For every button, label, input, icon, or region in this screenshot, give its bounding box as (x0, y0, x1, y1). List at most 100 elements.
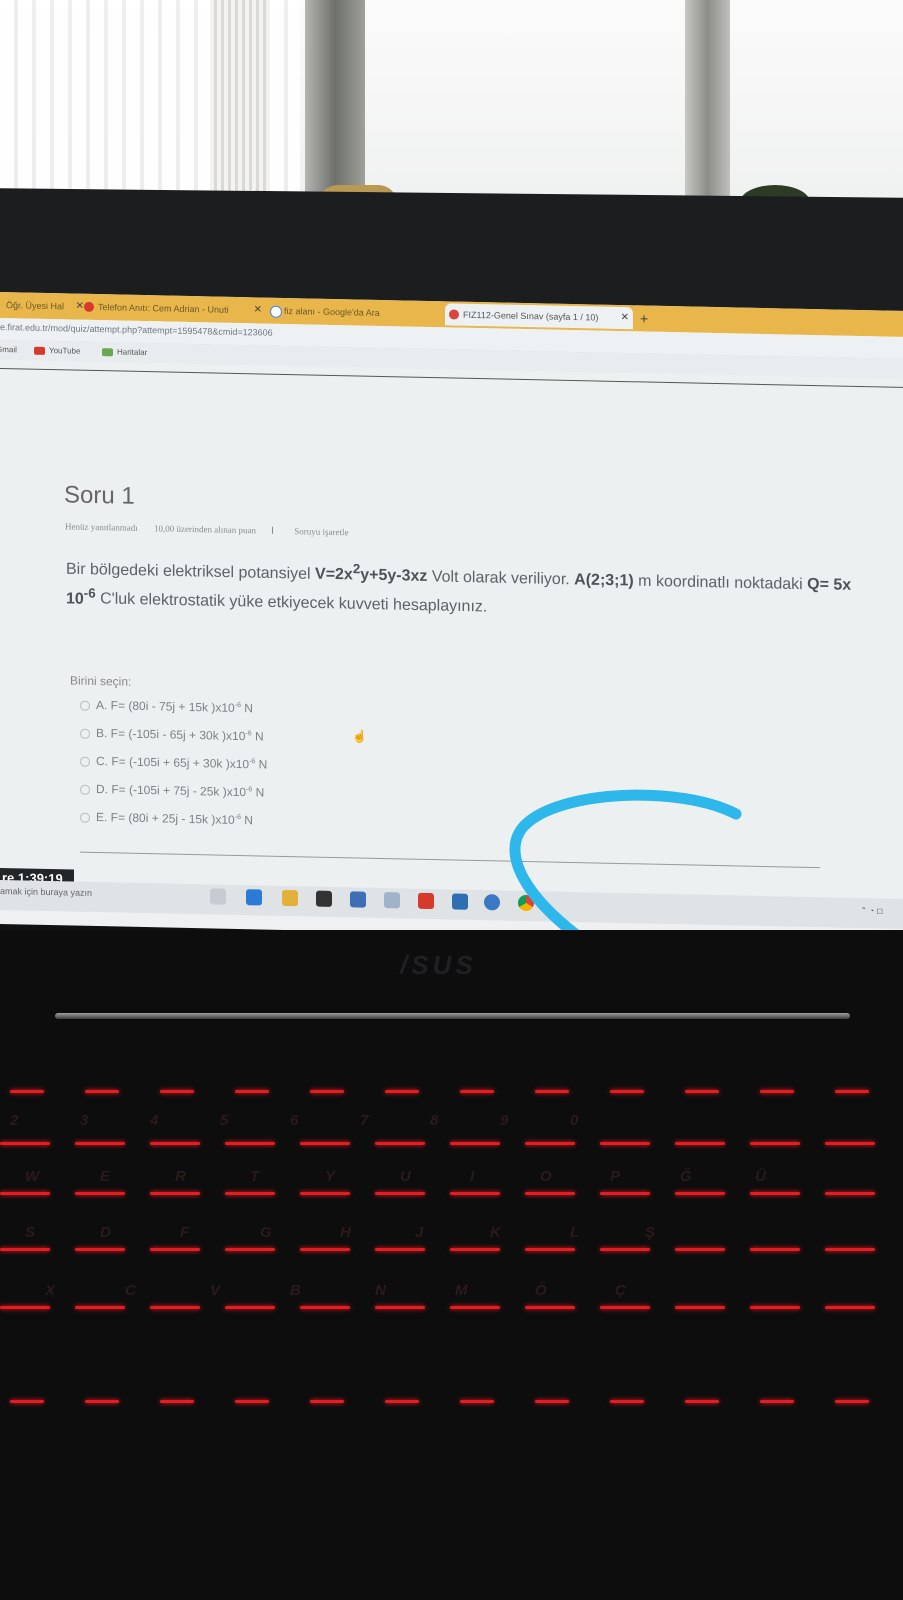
key-backlight (600, 1306, 650, 1309)
key-label: Ö (535, 1282, 547, 1299)
key-label: P (610, 1168, 621, 1185)
key-backlight (825, 1142, 875, 1145)
key-label: W (25, 1168, 40, 1185)
key-backlight (235, 1090, 269, 1093)
key-label: Y (325, 1168, 336, 1185)
key-label: Ğ (680, 1168, 692, 1185)
key-backlight (300, 1306, 350, 1309)
key-backlight (750, 1248, 800, 1251)
key-backlight (10, 1090, 44, 1093)
key-label: 8 (430, 1112, 439, 1129)
key-backlight (675, 1192, 725, 1195)
key-backlight (225, 1142, 275, 1145)
key-label: 0 (570, 1112, 579, 1129)
key-backlight (0, 1192, 50, 1195)
key-backlight (825, 1306, 875, 1309)
key-label: V (210, 1282, 221, 1299)
key-backlight (760, 1090, 794, 1093)
photo-scene: Öğr. Üyesi Hal ✕ Telefon Anıtı: Cem Adri… (0, 0, 903, 1600)
key-label: L (570, 1224, 580, 1241)
key-backlight (600, 1248, 650, 1251)
key-backlight (525, 1306, 575, 1309)
key-label: F (180, 1224, 190, 1241)
key-backlight (375, 1306, 425, 1309)
key-backlight (150, 1142, 200, 1145)
key-label: I (470, 1168, 475, 1185)
key-label: C (125, 1282, 136, 1299)
key-backlight (825, 1192, 875, 1195)
key-backlight (310, 1400, 344, 1403)
key-label: T (250, 1168, 260, 1185)
key-label: Ş (645, 1224, 656, 1241)
key-backlight (450, 1248, 500, 1251)
key-backlight (375, 1192, 425, 1195)
key-backlight (525, 1248, 575, 1251)
key-label: 7 (360, 1112, 369, 1129)
key-backlight (225, 1306, 275, 1309)
key-backlight (675, 1248, 725, 1251)
key-label: 4 (150, 1112, 159, 1129)
key-label: J (415, 1224, 424, 1241)
key-backlight (450, 1142, 500, 1145)
key-backlight (0, 1306, 50, 1309)
key-backlight (600, 1142, 650, 1145)
key-backlight (160, 1400, 194, 1403)
key-backlight (160, 1090, 194, 1093)
key-backlight (525, 1142, 575, 1145)
key-label: 3 (80, 1112, 89, 1129)
key-label: N (375, 1282, 386, 1299)
key-backlight (0, 1248, 50, 1251)
key-label: E (100, 1168, 111, 1185)
key-label: D (100, 1224, 111, 1241)
key-label: 5 (220, 1112, 229, 1129)
key-backlight (150, 1248, 200, 1251)
key-backlight (75, 1142, 125, 1145)
key-label: Ü (755, 1168, 766, 1185)
key-backlight (675, 1142, 725, 1145)
key-label: M (455, 1282, 468, 1299)
key-backlight (10, 1400, 44, 1403)
key-label: O (540, 1168, 552, 1185)
key-label: S (25, 1224, 36, 1241)
key-label: G (260, 1224, 272, 1241)
key-backlight (750, 1192, 800, 1195)
key-label: 6 (290, 1112, 299, 1129)
key-backlight (85, 1400, 119, 1403)
key-backlight (450, 1306, 500, 1309)
key-backlight (600, 1192, 650, 1195)
key-backlight (450, 1192, 500, 1195)
key-backlight (300, 1248, 350, 1251)
key-label: 9 (500, 1112, 509, 1129)
key-label: K (490, 1224, 501, 1241)
key-backlight (300, 1192, 350, 1195)
key-backlight (835, 1090, 869, 1093)
key-backlight (460, 1090, 494, 1093)
key-backlight (310, 1090, 344, 1093)
key-label: R (175, 1168, 186, 1185)
key-backlight (150, 1192, 200, 1195)
key-backlight (535, 1400, 569, 1403)
key-backlight (75, 1192, 125, 1195)
key-backlight (75, 1248, 125, 1251)
key-backlight (225, 1248, 275, 1251)
key-backlight (750, 1142, 800, 1145)
key-backlight (300, 1142, 350, 1145)
key-backlight (460, 1400, 494, 1403)
key-backlight (235, 1400, 269, 1403)
key-backlight (0, 1142, 50, 1145)
key-backlight (375, 1248, 425, 1251)
key-label: U (400, 1168, 411, 1185)
key-backlight (75, 1306, 125, 1309)
key-backlight (610, 1400, 644, 1403)
key-backlight (685, 1090, 719, 1093)
laptop-hinge (55, 1013, 850, 1019)
keyboard-deck: /SUS 2 3 4 5 6 7 8 9 0 W E R T Y U I O P Ğ Ü S D F G H J K L Ş X C V B N M… (0, 930, 903, 1600)
key-backlight (760, 1400, 794, 1403)
key-backlight (85, 1090, 119, 1093)
key-backlight (375, 1142, 425, 1145)
key-backlight (225, 1192, 275, 1195)
key-backlight (685, 1400, 719, 1403)
key-backlight (610, 1090, 644, 1093)
key-backlight (150, 1306, 200, 1309)
key-label: 2 (10, 1112, 19, 1129)
